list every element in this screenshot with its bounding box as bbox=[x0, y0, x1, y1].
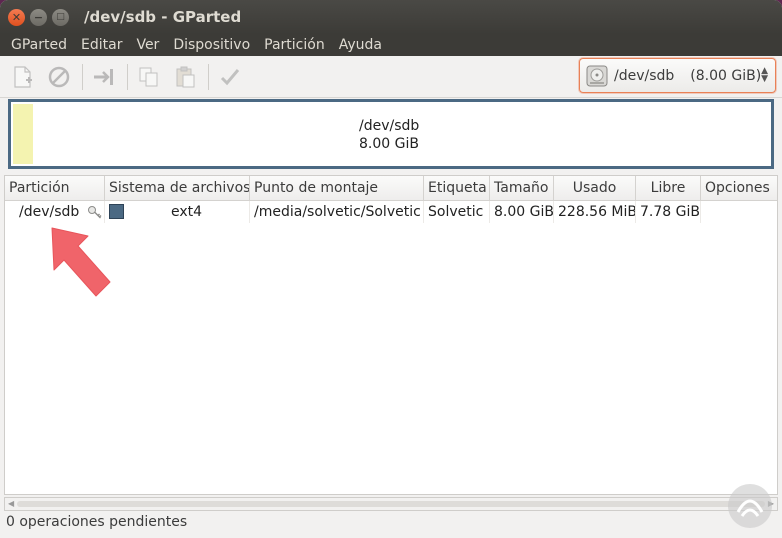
col-opciones[interactable]: Opciones bbox=[701, 176, 775, 200]
disk-graphic[interactable]: /dev/sdb 8.00 GiB bbox=[8, 99, 774, 169]
resize-move-icon bbox=[94, 68, 113, 85]
col-sistema-archivos[interactable]: Sistema de archivos bbox=[105, 176, 250, 200]
cell-free: 7.78 GiB bbox=[636, 201, 701, 223]
cell-filesystem: ext4 bbox=[105, 201, 250, 223]
watermark-logo-icon bbox=[728, 484, 772, 528]
toolbar-separator bbox=[127, 63, 128, 90]
filesystem-name: ext4 bbox=[171, 204, 203, 220]
cell-partition: /dev/sdb bbox=[5, 201, 105, 223]
disk-graphic-size: 8.00 GiB bbox=[359, 136, 419, 152]
horizontal-scrollbar[interactable]: ◀ ▶ bbox=[4, 497, 778, 511]
scroll-left-icon[interactable]: ◀ bbox=[8, 498, 14, 510]
maximize-icon: □ bbox=[56, 11, 65, 22]
partition-usage-strip bbox=[13, 104, 33, 164]
copy-button[interactable] bbox=[134, 62, 164, 92]
resize-move-button[interactable] bbox=[89, 62, 119, 92]
menu-ayuda[interactable]: Ayuda bbox=[332, 37, 389, 53]
apply-icon bbox=[220, 68, 240, 85]
device-selector[interactable]: /dev/sdb (8.00 GiB) ▲ ▼ bbox=[579, 58, 776, 93]
partition-table: Partición Sistema de archivos Punto de m… bbox=[4, 175, 778, 495]
toolbar-separator bbox=[208, 63, 209, 90]
paste-button[interactable] bbox=[170, 62, 200, 92]
col-particion[interactable]: Partición bbox=[5, 176, 105, 200]
disk-graphic-label: /dev/sdb 8.00 GiB bbox=[359, 117, 419, 153]
cell-used: 228.56 MiB bbox=[554, 201, 636, 223]
new-partition-button[interactable] bbox=[8, 62, 38, 92]
maximize-window-button[interactable]: □ bbox=[52, 8, 69, 26]
copy-icon bbox=[139, 67, 158, 86]
status-bar: 0 operaciones pendientes bbox=[6, 514, 188, 530]
table-row[interactable]: /dev/sdb ext4 /media/solvetic/Solvetic S… bbox=[5, 201, 777, 223]
apply-button[interactable] bbox=[215, 62, 245, 92]
paste-icon bbox=[176, 66, 195, 87]
partition-name: /dev/sdb bbox=[19, 204, 80, 220]
col-tamano[interactable]: Tamaño bbox=[490, 176, 554, 200]
menu-bar: GParted Editar Ver Dispositivo Partición… bbox=[0, 34, 782, 56]
device-size: (8.00 GiB) bbox=[690, 67, 762, 84]
menu-ver[interactable]: Ver bbox=[129, 37, 166, 53]
title-bar: ✕ − □ /dev/sdb - GParted bbox=[0, 0, 782, 34]
col-libre[interactable]: Libre bbox=[636, 176, 701, 200]
menu-particion[interactable]: Partición bbox=[257, 37, 332, 53]
new-icon bbox=[14, 65, 32, 88]
close-icon: ✕ bbox=[11, 10, 22, 24]
cell-label: Solvetic bbox=[424, 201, 490, 223]
toolbar: /dev/sdb (8.00 GiB) ▲ ▼ bbox=[0, 56, 782, 98]
col-etiqueta[interactable]: Etiqueta bbox=[424, 176, 490, 200]
col-usado[interactable]: Usado bbox=[554, 176, 636, 200]
close-window-button[interactable]: ✕ bbox=[8, 8, 25, 26]
pointer-arrow-annotation bbox=[51, 227, 111, 297]
device-name: /dev/sdb bbox=[614, 67, 675, 84]
table-header: Partición Sistema de archivos Punto de m… bbox=[5, 176, 777, 201]
delete-partition-button[interactable] bbox=[44, 62, 74, 92]
combo-arrow-icon: ▲ ▼ bbox=[761, 66, 768, 84]
key-icon bbox=[88, 206, 102, 219]
minimize-window-button[interactable]: − bbox=[30, 8, 47, 26]
cell-size: 8.00 GiB bbox=[490, 201, 554, 223]
col-punto-montaje[interactable]: Punto de montaje bbox=[250, 176, 424, 200]
menu-gparted[interactable]: GParted bbox=[4, 37, 74, 53]
toolbar-separator bbox=[82, 63, 83, 90]
disk-graphic-device: /dev/sdb bbox=[359, 118, 420, 134]
cell-mountpoint: /media/solvetic/Solvetic bbox=[250, 201, 424, 223]
cell-flags bbox=[701, 201, 775, 223]
delete-icon bbox=[48, 66, 70, 87]
scrollbar-thumb[interactable] bbox=[17, 501, 765, 507]
menu-dispositivo[interactable]: Dispositivo bbox=[166, 37, 257, 53]
filesystem-color-swatch bbox=[109, 204, 124, 219]
harddisk-icon bbox=[586, 65, 608, 86]
minimize-icon: − bbox=[33, 10, 44, 24]
gparted-window: ✕ − □ /dev/sdb - GParted GParted Editar … bbox=[0, 0, 782, 538]
window-title: /dev/sdb - GParted bbox=[84, 8, 242, 26]
menu-editar[interactable]: Editar bbox=[74, 37, 129, 53]
